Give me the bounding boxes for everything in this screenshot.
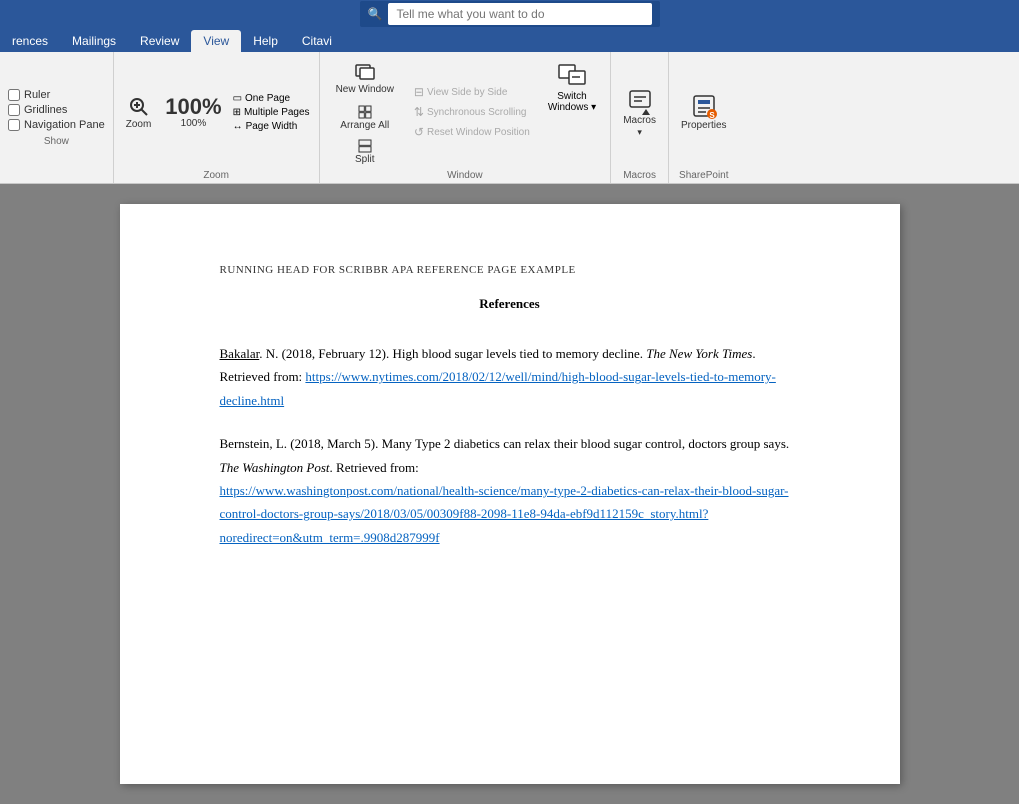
tab-review[interactable]: Review xyxy=(128,30,191,52)
document-area: RUNNING HEAD FOR SCRIBBR APA REFERENCE P… xyxy=(0,184,1019,804)
page-width-label: Page Width xyxy=(246,121,298,132)
tab-citavi[interactable]: Citavi xyxy=(290,30,344,52)
reference-2: Bernstein, L. (2018, March 5). Many Type… xyxy=(220,432,800,549)
sharepoint-section: S Properties SharePoint xyxy=(669,52,739,183)
view-side-icon: ⊟ xyxy=(414,85,424,99)
ruler-check-input[interactable] xyxy=(8,89,20,101)
tab-view[interactable]: View xyxy=(191,30,241,52)
zoom-percent-button[interactable]: 100% 100% xyxy=(159,94,227,131)
gridlines-check-input[interactable] xyxy=(8,104,20,116)
split-label: Split xyxy=(355,154,374,166)
document-title: References xyxy=(220,296,800,312)
switch-windows-button[interactable]: SwitchWindows ▾ xyxy=(540,56,604,168)
document-page: RUNNING HEAD FOR SCRIBBR APA REFERENCE P… xyxy=(120,204,900,784)
sync-scroll-label: Synchronous Scrolling xyxy=(427,107,527,118)
zoom-button[interactable]: Zoom xyxy=(120,93,158,132)
show-section-label: Show xyxy=(8,136,105,147)
zoom-options: ▭ One Page ⊞ Multiple Pages ↔ Page Width xyxy=(230,92,313,133)
macros-section-label: Macros xyxy=(617,168,662,181)
arrange-all-button[interactable]: Arrange All xyxy=(326,102,404,134)
gridlines-checkbox[interactable]: Gridlines xyxy=(8,104,105,116)
switch-windows-icon xyxy=(556,59,588,91)
ribbon-tabs: rences Mailings Review View Help Citavi xyxy=(0,28,1019,52)
split-button[interactable]: Split xyxy=(326,136,404,168)
search-icon: 🔍 xyxy=(368,7,383,21)
ribbon-container: rences Mailings Review View Help Citavi … xyxy=(0,28,1019,184)
macros-button[interactable]: Macros ▾ xyxy=(617,84,662,141)
search-bar[interactable]: 🔍 xyxy=(360,1,660,27)
zoom-icon xyxy=(127,95,151,119)
ribbon-body: Ruler Gridlines Navigation Pane Show xyxy=(0,52,1019,184)
switch-windows-label: SwitchWindows ▾ xyxy=(548,91,596,113)
ref2-text1: Bernstein, L. (2018, March 5). Many Type… xyxy=(220,436,790,451)
sync-scroll-icon: ⇅ xyxy=(414,105,424,119)
sharepoint-section-label: SharePoint xyxy=(675,168,733,181)
synchronous-scrolling-button[interactable]: ⇅ Synchronous Scrolling xyxy=(410,103,534,121)
ref1-author: Bakalar xyxy=(220,346,260,361)
navigation-pane-label: Navigation Pane xyxy=(24,119,105,131)
split-icon xyxy=(357,138,373,154)
window-content: New Window Arrange All xyxy=(326,56,605,168)
view-side-by-side-button[interactable]: ⊟ View Side by Side xyxy=(410,83,534,101)
one-page-button[interactable]: ▭ One Page xyxy=(230,92,313,105)
one-page-label: One Page xyxy=(245,93,290,104)
ref2-source: The Washington Post xyxy=(220,460,330,475)
ref1-source: The New York Times xyxy=(646,346,752,361)
reset-window-icon: ↺ xyxy=(414,125,424,139)
arrange-all-label: Arrange All xyxy=(340,120,389,132)
document-running-head: RUNNING HEAD FOR SCRIBBR APA REFERENCE P… xyxy=(220,264,800,276)
tab-help[interactable]: Help xyxy=(241,30,290,52)
zoom-label: Zoom xyxy=(126,119,152,130)
window-mid-col: ⊟ View Side by Side ⇅ Synchronous Scroll… xyxy=(406,56,538,168)
macros-icon xyxy=(626,87,654,115)
one-page-icon: ▭ xyxy=(233,93,242,104)
window-section: New Window Arrange All xyxy=(320,52,612,183)
multiple-pages-label: Multiple Pages xyxy=(244,107,310,118)
ref1-link[interactable]: https://www.nytimes.com/2018/02/12/well/… xyxy=(220,369,776,407)
svg-text:S: S xyxy=(709,111,715,120)
reset-window-label: Reset Window Position xyxy=(427,127,530,138)
zoom-percent-value: 100% xyxy=(165,96,221,118)
ruler-checkbox[interactable]: Ruler xyxy=(8,89,105,101)
window-left-col: New Window Arrange All xyxy=(326,56,404,168)
zoom-content: Zoom 100% 100% ▭ One Page ⊞ Multiple Pag… xyxy=(120,56,313,168)
show-section: Ruler Gridlines Navigation Pane Show xyxy=(0,52,114,183)
navigation-pane-checkbox[interactable]: Navigation Pane xyxy=(8,119,105,131)
new-window-label: New Window xyxy=(336,84,394,96)
search-input[interactable] xyxy=(388,3,651,25)
new-window-icon xyxy=(353,60,377,84)
properties-button[interactable]: S Properties xyxy=(675,89,733,135)
arrange-all-icon xyxy=(357,104,373,120)
ref2-link[interactable]: https://www.washingtonpost.com/national/… xyxy=(220,483,789,545)
properties-label: Properties xyxy=(681,120,727,132)
macros-section: Macros ▾ Macros xyxy=(611,52,669,183)
ref2-text2: . Retrieved from: xyxy=(330,460,419,475)
title-bar: 🔍 xyxy=(0,0,1019,28)
gridlines-label: Gridlines xyxy=(24,104,67,116)
page-width-button[interactable]: ↔ Page Width xyxy=(230,120,313,133)
reference-1: Bakalar. N. (2018, February 12). High bl… xyxy=(220,342,800,412)
ref1-text1: . N. (2018, February 12). High blood sug… xyxy=(259,346,646,361)
zoom-percent-label: 100% xyxy=(181,118,207,129)
multiple-pages-button[interactable]: ⊞ Multiple Pages xyxy=(230,106,313,119)
multiple-pages-icon: ⊞ xyxy=(233,107,241,118)
view-side-label: View Side by Side xyxy=(427,87,507,98)
window-section-label: Window xyxy=(326,168,605,181)
properties-icon: S xyxy=(690,92,718,120)
zoom-section-label: Zoom xyxy=(120,168,313,181)
navigation-pane-check-input[interactable] xyxy=(8,119,20,131)
macros-label: Macros xyxy=(623,115,656,127)
reset-window-position-button[interactable]: ↺ Reset Window Position xyxy=(410,123,534,141)
zoom-section: Zoom 100% 100% ▭ One Page ⊞ Multiple Pag… xyxy=(114,52,320,183)
tab-mailings[interactable]: Mailings xyxy=(60,30,128,52)
ruler-label: Ruler xyxy=(24,89,50,101)
new-window-button[interactable]: New Window xyxy=(326,56,404,100)
tab-references[interactable]: rences xyxy=(0,30,60,52)
page-width-icon: ↔ xyxy=(233,121,243,132)
